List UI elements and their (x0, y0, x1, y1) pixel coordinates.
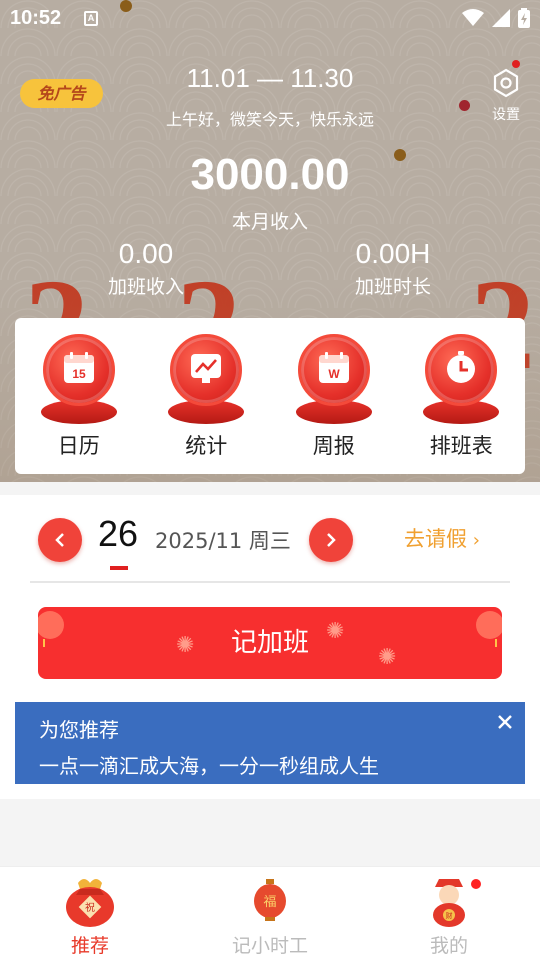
divider (30, 581, 510, 583)
close-icon[interactable] (495, 712, 515, 732)
overtime-income-value: 0.00 (118, 238, 174, 269)
chevron-left-icon (55, 533, 64, 547)
overtime-hours-label: 加班时长 (354, 276, 431, 298)
signal-icon (492, 9, 510, 27)
day-underline (110, 566, 128, 570)
greeting-text: 上午好，微笑今天，快乐永远 (165, 110, 374, 129)
tab-label: 我的 (429, 935, 468, 957)
overtime-hours: 0.00H 加班时长 (308, 238, 478, 299)
request-leave-label: 去请假 (404, 527, 467, 551)
monthly-income-label: 本月收入 (231, 211, 308, 233)
record-overtime-label: 记加班 (230, 628, 309, 658)
lucky-bag-icon: 祝 (60, 873, 120, 929)
overtime-income: 0.00 加班收入 (61, 238, 231, 299)
notification-badge (469, 877, 483, 891)
lantern-icon (476, 611, 502, 647)
settings-button[interactable]: 设置 (482, 60, 530, 126)
weekly-report-icon: W (294, 332, 374, 424)
recommend-banner[interactable]: 为您推荐 一点一滴汇成大海，一分一秒组成人生 (15, 702, 525, 784)
calendar-icon-text: 15 (72, 367, 86, 381)
feature-statistics[interactable]: 统计 (156, 332, 256, 460)
feature-label: 周报 (312, 434, 355, 458)
firework-icon: ✺ (176, 633, 195, 658)
battery-icon (518, 8, 530, 28)
feature-calendar[interactable]: 15 日历 (29, 332, 129, 460)
notification-icon: A (84, 11, 98, 26)
status-time: 10:52 (10, 7, 62, 29)
previous-day-button[interactable] (38, 518, 82, 562)
feature-weekly-report[interactable]: W 周报 (284, 332, 384, 460)
svg-text:财: 财 (446, 911, 453, 920)
firework-icon: ✺ (326, 619, 345, 644)
status-bar: 10:52 A (0, 0, 540, 38)
overtime-hours-value: 0.00H (355, 238, 431, 269)
tab-recommend[interactable]: 祝 推荐 (30, 867, 150, 960)
feature-label: 日历 (57, 434, 100, 458)
weekly-icon-text: W (328, 367, 340, 381)
chevron-right-icon: › (467, 530, 480, 551)
recommend-title: 为您推荐 (39, 718, 119, 742)
monthly-income-value: 3000.00 (190, 150, 350, 199)
recommend-text: 一点一滴汇成大海，一分一秒组成人生 (39, 754, 379, 778)
feature-label: 排班表 (429, 434, 493, 458)
tab-hourly-work[interactable]: 福 记小时工 (210, 867, 330, 960)
selected-day: 26 (98, 513, 139, 554)
record-overtime-button[interactable]: ✺ ✺ ✺ 记加班 (38, 607, 502, 679)
notification-dot (512, 60, 520, 68)
feature-card: 15 日历 统计 W 周报 排班表 (15, 318, 525, 474)
feature-label: 统计 (185, 434, 228, 458)
bottom-tab-bar: 祝 推荐 福 记小时工 财 我的 (0, 866, 540, 960)
firework-icon: ✺ (378, 645, 397, 670)
svg-text:祝: 祝 (85, 901, 95, 914)
date-range[interactable]: 11.01 — 11.30 (0, 63, 540, 94)
feature-schedule[interactable]: 排班表 (411, 332, 511, 460)
chart-icon (166, 332, 246, 424)
gear-icon (491, 68, 521, 98)
overtime-income-label: 加班收入 (107, 276, 184, 298)
tab-label: 推荐 (70, 935, 109, 957)
clock-icon (421, 332, 501, 424)
date-selector: 26 2025/11 周三 去请假 › (30, 513, 510, 585)
fortune-god-icon: 财 (419, 873, 483, 929)
main-content: 26 2025/11 周三 去请假 › ✺ ✺ ✺ 记加班 为您推荐 一点一滴汇… (0, 495, 540, 799)
settings-label: 设置 (492, 107, 520, 123)
tab-label: 记小时工 (231, 935, 308, 957)
month-week-text[interactable]: 2025/11 周三 (155, 525, 291, 555)
calendar-icon: 15 (39, 332, 119, 424)
lantern-fortune-icon: 福 (240, 873, 300, 929)
svg-text:福: 福 (263, 895, 276, 910)
next-day-button[interactable] (309, 518, 353, 562)
request-leave-link[interactable]: 去请假 › (404, 523, 480, 553)
chevron-right-icon (327, 533, 336, 547)
wifi-icon (462, 9, 484, 27)
tab-mine[interactable]: 财 我的 (389, 867, 509, 960)
lantern-icon (38, 611, 64, 647)
